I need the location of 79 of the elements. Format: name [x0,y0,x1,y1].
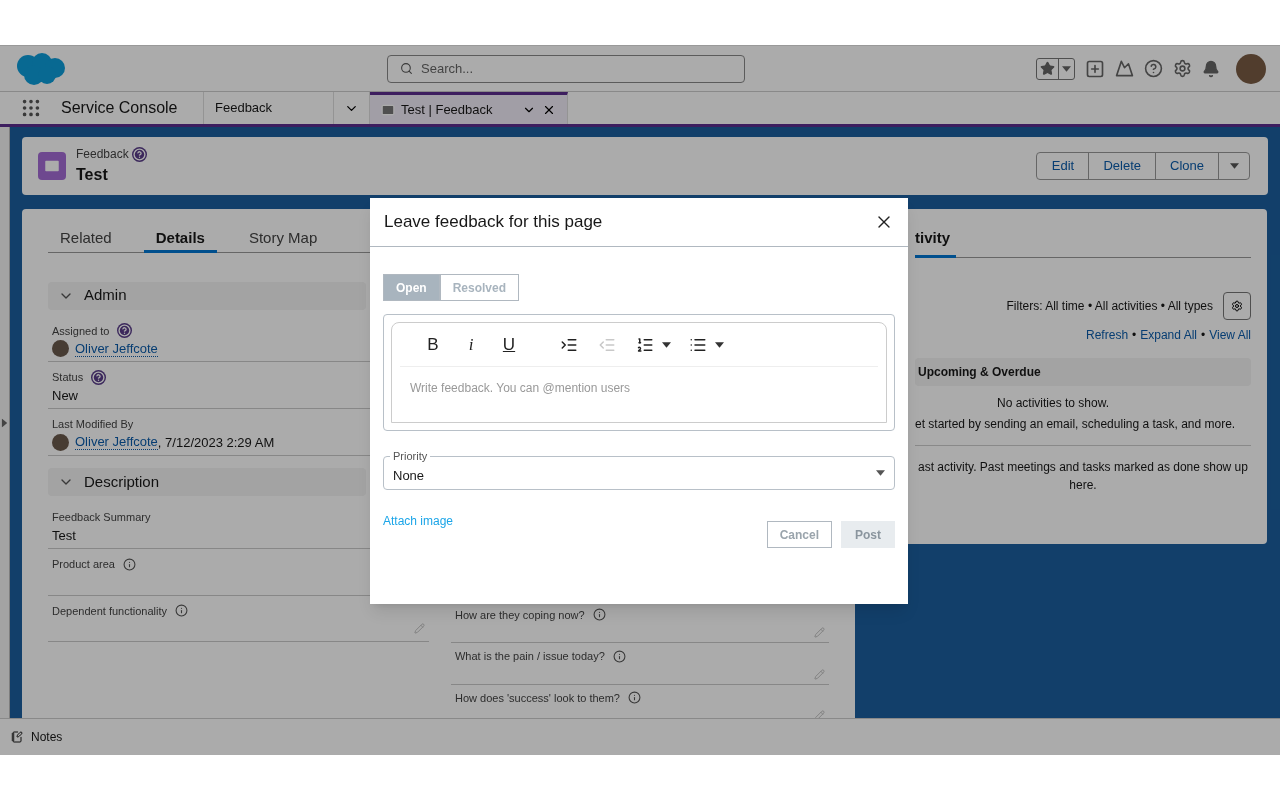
info-icon[interactable] [612,649,626,663]
utility-item[interactable]: Notes [11,728,63,746]
field-label: Product area [52,557,115,572]
feedback-input[interactable]: Write feedback. You can @mention users [400,379,878,397]
star-icon [1040,61,1055,76]
filter-settings-button[interactable] [1223,292,1251,320]
field-label: Last Modified By [52,417,134,432]
dropdown-caret-icon[interactable] [662,341,671,348]
field-label: Dependent functionality [52,603,167,619]
italic-button[interactable]: i [452,331,490,358]
record-title: Test [76,165,109,185]
detail-tab[interactable]: Story Map [236,227,330,253]
add-icon[interactable] [1085,58,1105,79]
field-value: Test [52,526,76,545]
priority-label: Priority [390,449,431,463]
avatar-icon [52,340,69,357]
action-button[interactable]: Edit [1037,153,1090,179]
caret-icon [1229,163,1239,169]
field-label: How does 'success' look to them? [455,690,620,706]
info-icon[interactable] [628,691,641,705]
underline-button[interactable]: U [490,331,528,358]
info-icon[interactable] [592,608,606,622]
user-link[interactable]: Oliver Jeffcote [75,340,158,357]
avatar-icon [52,433,69,451]
app-name: Service Console [61,98,178,118]
user-link[interactable]: Oliver Jeffcote [75,434,158,451]
filters-text: Filters: All time • All activities • All types [1006,298,1213,315]
field-label: What is the pain / issue today? [455,649,605,664]
modified-date: , 7/12/2023 2:29 AM [157,433,275,452]
help-icon[interactable] [91,369,107,385]
settings-icon [1231,300,1243,312]
expand-panel-icon [1,418,8,427]
field-label: Feedback Summary [52,510,151,525]
caret-icon [876,470,885,476]
action-button[interactable]: Delete [1089,153,1157,179]
app-launcher-icon[interactable] [20,97,42,119]
object-type: Feedback [76,146,129,163]
record-tab[interactable]: Test | Feedback [370,92,568,124]
separator-dot: • [1201,327,1206,344]
nav-tab[interactable]: Feedback [204,92,334,124]
notes-icon [11,731,23,743]
info-icon[interactable] [123,557,136,571]
field-label: Status [52,370,84,385]
help-icon[interactable] [131,146,147,162]
settings-icon[interactable] [1173,59,1192,78]
field-label: How are they coping now? [455,607,585,623]
activity-tab[interactable]: tivity [915,227,956,258]
empty-message: No activities to show. [995,395,1111,412]
field-value: New [52,386,78,405]
section-header[interactable]: Description [48,468,366,496]
upcoming-header[interactable]: Upcoming & Overdue [915,358,1251,386]
separator-dot: • [1132,327,1137,344]
detail-tab[interactable]: Details [143,227,217,253]
search-field[interactable]: Search... [387,54,745,83]
help-icon[interactable] [1144,59,1163,78]
dropdown-caret-icon[interactable] [715,341,724,348]
mountain-icon[interactable] [1115,59,1134,78]
info-icon[interactable] [174,604,188,618]
action-button[interactable]: Clone [1156,153,1219,179]
dialog-title: Leave feedback for this page [384,211,603,234]
empty-hint: et started by sending an email, scheduling a task, and more. [915,416,1237,433]
bold-button[interactable]: B [414,331,452,358]
notifications-icon[interactable] [1202,59,1220,78]
past-activity-text: ast activity. Past meetings and tasks marked as done show up here. [917,459,1249,494]
field-label: Assigned to [52,323,110,339]
activity-link[interactable]: Expand All [1140,326,1197,344]
activity-link[interactable]: View All [1209,326,1251,344]
search-icon [400,61,413,75]
section-title: Description [84,471,160,492]
cloud-logo[interactable] [14,51,66,86]
caret-icon [1062,65,1071,72]
favorites-button[interactable] [1036,57,1075,80]
help-icon[interactable] [117,323,133,339]
tab-label: Test | Feedback [401,100,494,119]
user-avatar[interactable] [1236,53,1266,84]
section-header[interactable]: Admin [48,281,366,310]
activity-link[interactable]: Refresh [1086,326,1129,344]
section-title: Admin [84,285,127,306]
detail-tab[interactable]: Related [48,227,124,253]
